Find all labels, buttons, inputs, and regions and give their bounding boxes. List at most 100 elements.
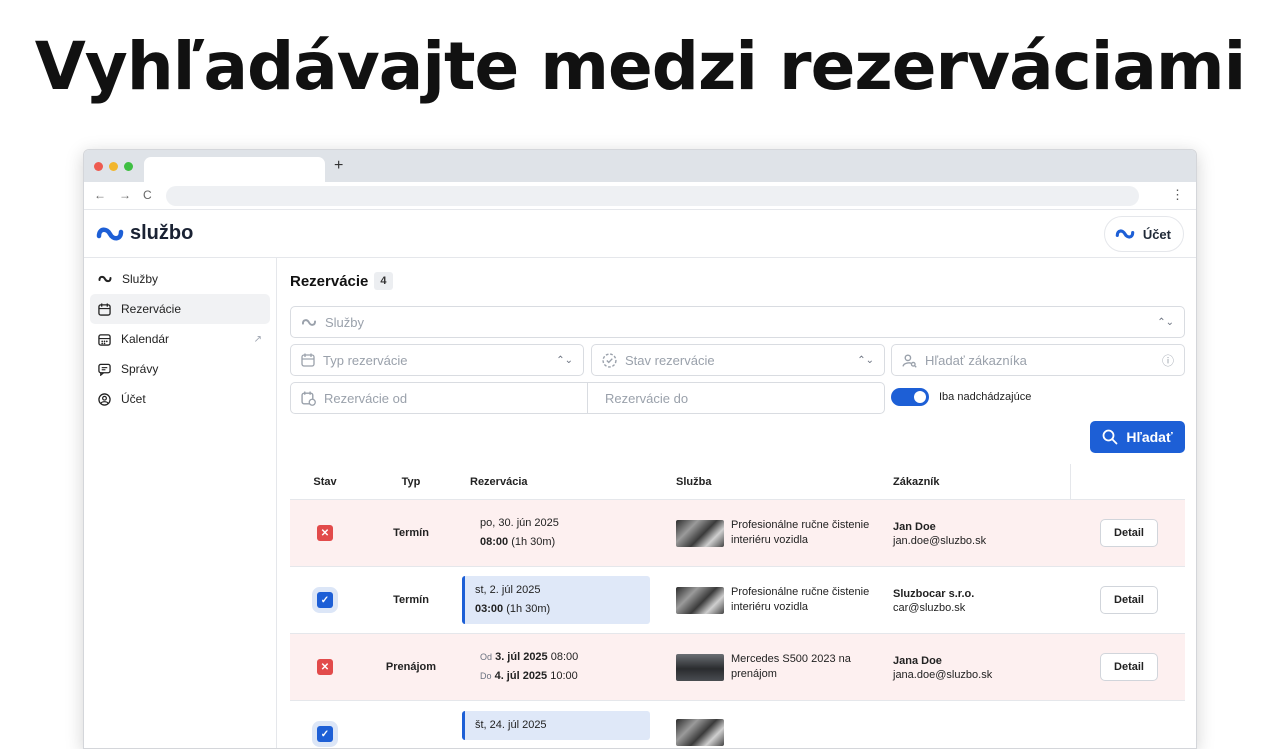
- table-row[interactable]: ✓ št, 24. júl 2025: [290, 701, 1185, 748]
- wave-icon: [301, 318, 317, 326]
- customer-search-input[interactable]: Hľadať zákazníka ⓘ: [891, 344, 1185, 376]
- column-header-rezervacia[interactable]: Rezervácia: [462, 476, 668, 488]
- confirmed-status-icon: ✓: [317, 592, 333, 608]
- wave-icon: [1115, 229, 1135, 239]
- service-thumbnail: [676, 719, 724, 746]
- sidebar-item-rezervacie[interactable]: Rezervácie: [90, 294, 270, 324]
- search-button-label: Hľadať: [1126, 429, 1173, 445]
- column-header-stav[interactable]: Stav: [290, 476, 360, 488]
- status-check-icon: [602, 352, 617, 368]
- user-circle-icon: [98, 392, 111, 406]
- chevron-updown-icon: ⌃⌄: [556, 354, 573, 366]
- customer-name: Sluzbocar s.r.o.: [893, 587, 975, 600]
- reservation-time: št, 24. júl 2025: [462, 711, 650, 740]
- detail-button[interactable]: Detail: [1100, 586, 1158, 614]
- sidebar-item-label: Kalendár: [121, 332, 170, 346]
- calendar-icon: [301, 353, 315, 367]
- sidebar-item-label: Služby: [122, 272, 159, 286]
- status-select[interactable]: Stav rezervácie ⌃⌄: [591, 344, 885, 376]
- count-badge: 4: [374, 272, 393, 290]
- customer-name: Jan Doe: [893, 520, 936, 533]
- reservation-date: st, 2. júl 2025: [475, 584, 541, 596]
- column-header-sluzba[interactable]: Služba: [668, 476, 885, 488]
- type-select[interactable]: Typ rezervácie ⌃⌄: [290, 344, 584, 376]
- browser-tab[interactable]: [144, 157, 325, 182]
- external-link-icon: ↗: [253, 333, 262, 345]
- calendar-grid-icon: [98, 333, 111, 346]
- user-search-icon: [902, 353, 917, 368]
- calendar-icon: [98, 302, 111, 316]
- to-prefix: Do: [480, 671, 492, 681]
- from-time: 08:00: [550, 651, 579, 663]
- reservation-time: Od 3. júl 2025 08:00 Do 4. júl 2025 10:0…: [470, 643, 668, 691]
- reservation-time: st, 2. júl 2025 03:00 (1h 30m): [462, 576, 650, 624]
- column-header-zakaznik[interactable]: Zákazník: [885, 476, 1085, 488]
- maximize-window-dot[interactable]: [124, 162, 133, 171]
- table-row[interactable]: ✕ Prenájom Od 3. júl 2025 08:00 Do 4. jú…: [290, 634, 1185, 701]
- account-button-label: Účet: [1142, 226, 1171, 242]
- upcoming-toggle-group: Iba nadchádzajúce: [891, 388, 1031, 406]
- table-row[interactable]: ✓ Termín st, 2. júl 2025 03:00 (1h 30m) …: [290, 567, 1185, 634]
- date-from-placeholder: Rezervácie od: [324, 390, 408, 406]
- reservations-table: Stav Typ Rezervácia Služba Zákazník ✕ Te…: [290, 464, 1185, 748]
- chevron-updown-icon: ⌃⌄: [1157, 316, 1174, 328]
- sidebar-item-ucet[interactable]: Účet: [90, 384, 270, 414]
- sidebar-item-kalendar[interactable]: Kalendár ↗: [90, 324, 270, 354]
- main-content: Rezervácie 4 Služby ⌃⌄ Typ rezervácie ⌃⌄…: [290, 258, 1185, 746]
- wave-icon: [98, 275, 112, 283]
- app-header: službo Účet: [84, 210, 1196, 258]
- row-type: Termín: [393, 594, 429, 606]
- services-select[interactable]: Služby ⌃⌄: [290, 306, 1185, 338]
- url-input[interactable]: [166, 186, 1139, 206]
- from-prefix: Od: [480, 652, 493, 662]
- address-bar-row: ← → C ⋮: [84, 182, 1196, 210]
- sidebar-item-label: Rezervácie: [121, 302, 182, 316]
- reservation-duration: (1h 30m): [511, 536, 556, 548]
- table-row[interactable]: ✕ Termín po, 30. jún 2025 08:00 (1h 30m)…: [290, 500, 1185, 567]
- reservation-time: po, 30. jún 2025 08:00 (1h 30m): [470, 509, 668, 557]
- sidebar-item-spravy[interactable]: Správy: [90, 354, 270, 384]
- new-tab-button[interactable]: +: [334, 157, 343, 175]
- customer-email: jan.doe@sluzbo.sk: [893, 534, 987, 547]
- detail-button[interactable]: Detail: [1100, 519, 1158, 547]
- upcoming-toggle[interactable]: [891, 388, 929, 406]
- reservation-date: št, 24. júl 2025: [475, 719, 547, 731]
- wave-logo-icon: [96, 227, 124, 240]
- detail-button[interactable]: Detail: [1100, 653, 1158, 681]
- sidebar-item-label: Správy: [121, 362, 159, 376]
- type-placeholder: Typ rezervácie: [323, 352, 408, 368]
- customer-placeholder: Hľadať zákazníka: [925, 352, 1027, 368]
- close-window-dot[interactable]: [94, 162, 103, 171]
- page-title-text: Rezervácie: [290, 272, 369, 290]
- service-thumbnail: [676, 519, 724, 547]
- service-name: Mercedes S500 2023 na prenájom: [731, 653, 851, 680]
- to-date: 4. júl 2025: [494, 670, 548, 682]
- services-placeholder: Služby: [325, 314, 365, 330]
- table-header: Stav Typ Rezervácia Služba Zákazník: [290, 464, 1185, 500]
- service-name: Profesionálne ručne čistenie interiéru v…: [731, 586, 870, 613]
- date-to-input[interactable]: Rezervácie do: [595, 391, 698, 406]
- back-arrow-icon[interactable]: ←: [94, 188, 106, 202]
- cancelled-status-icon: ✕: [317, 659, 333, 675]
- date-range-input: Rezervácie od Rezervácie do: [290, 382, 885, 414]
- browser-window: + ← → C ⋮ službo Účet Služby Rezervácie …: [83, 149, 1197, 749]
- customer-email: jana.doe@sluzbo.sk: [893, 668, 993, 681]
- account-button[interactable]: Účet: [1103, 216, 1184, 252]
- search-button[interactable]: Hľadať: [1090, 421, 1185, 453]
- reservation-start: 03:00: [475, 603, 504, 615]
- date-to-placeholder: Rezervácie do: [605, 390, 689, 406]
- date-from-input[interactable]: Rezervácie od: [291, 391, 587, 406]
- row-type: Prenájom: [385, 661, 437, 673]
- sidebar-item-sluzby[interactable]: Služby: [90, 264, 270, 294]
- header-separator: [1070, 464, 1071, 500]
- reload-icon[interactable]: C: [143, 188, 152, 202]
- minimize-window-dot[interactable]: [109, 162, 118, 171]
- forward-arrow-icon[interactable]: →: [119, 188, 131, 202]
- info-icon[interactable]: ⓘ: [1162, 352, 1174, 369]
- date-range-divider: [587, 383, 588, 413]
- column-header-typ[interactable]: Typ: [360, 476, 462, 488]
- service-thumbnail: [676, 653, 724, 681]
- page-title: Rezervácie 4: [290, 272, 1185, 290]
- browser-menu-icon[interactable]: ⋮: [1171, 187, 1184, 203]
- brand-logo[interactable]: službo: [96, 222, 193, 245]
